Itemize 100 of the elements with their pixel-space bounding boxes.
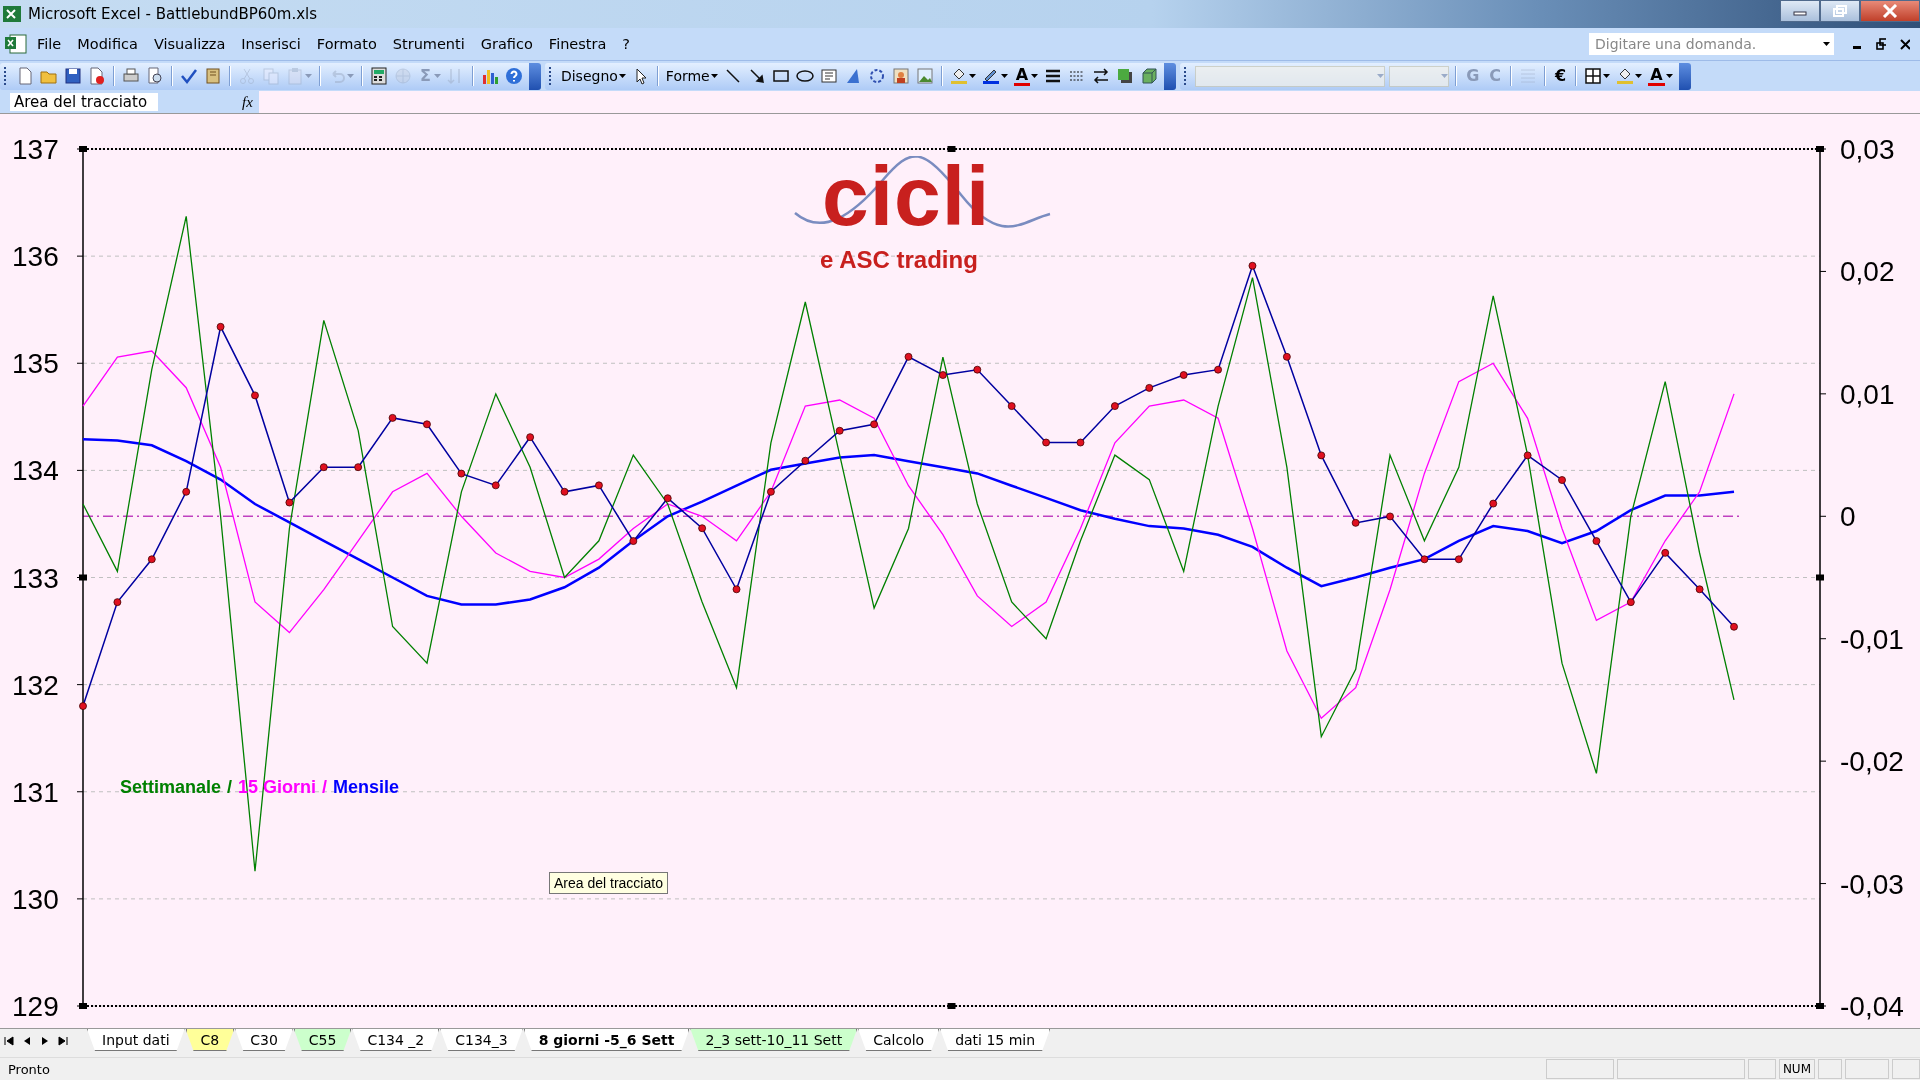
- help-icon: [504, 67, 523, 85]
- sheet-tab[interactable]: dati 15 min: [940, 1029, 1051, 1051]
- function-button[interactable]: fx: [236, 91, 259, 113]
- data-point: [1523, 451, 1532, 460]
- menu-button[interactable]: Disegno: [557, 64, 629, 88]
- toolbar-grip[interactable]: [4, 67, 9, 85]
- book-icon: [204, 67, 222, 85]
- data-point: [1454, 555, 1463, 564]
- data-point: [1489, 499, 1498, 508]
- toolbar-button[interactable]: €: [1550, 64, 1572, 88]
- sheet-tab[interactable]: C134_3: [440, 1029, 523, 1051]
- data-point: [629, 537, 638, 545]
- status-panel: [1818, 1059, 1842, 1079]
- workbook-icon: [4, 33, 28, 55]
- status-text: Pronto: [8, 1061, 50, 1077]
- page-stop-icon: [88, 67, 106, 85]
- menu-item[interactable]: Formato: [309, 33, 384, 55]
- sheet-tab[interactable]: C55: [293, 1029, 352, 1051]
- menu-item[interactable]: File: [30, 33, 69, 55]
- close-icon: [1882, 4, 1898, 18]
- axis-label: 0,01: [1840, 378, 1895, 410]
- toolbar-options-button[interactable]: [1164, 62, 1177, 90]
- textbox-icon: [819, 67, 838, 85]
- caret-icon: [1377, 74, 1385, 78]
- sheet-tab[interactable]: C30: [235, 1029, 293, 1051]
- calculator-icon: [370, 67, 388, 85]
- axis-label: 135: [12, 348, 59, 380]
- sheet-tab[interactable]: Calcolo: [858, 1029, 940, 1051]
- data-point: [663, 494, 672, 503]
- data-point: [767, 487, 775, 496]
- data-point: [732, 585, 741, 594]
- data-point: [1592, 537, 1601, 545]
- toolbar-button[interactable]: A: [1010, 64, 1042, 88]
- toolbar-button[interactable]: A: [1645, 64, 1676, 88]
- caret-icon: [710, 74, 718, 78]
- resize-handle[interactable]: [1816, 1003, 1824, 1009]
- axis-label: 136: [12, 241, 59, 273]
- resize-handle[interactable]: [79, 146, 87, 152]
- data-point: [285, 498, 294, 507]
- lines-icon: [1519, 67, 1537, 85]
- sheet-tab[interactable]: C134 _2: [352, 1029, 440, 1051]
- cube-icon: [1140, 67, 1159, 85]
- axis-label: 0,03: [1840, 134, 1895, 165]
- printer-icon: [122, 67, 140, 85]
- data-point: [801, 456, 810, 465]
- data-point: [1076, 438, 1085, 447]
- sheet-tab[interactable]: Input dati: [87, 1029, 185, 1051]
- data-point: [1661, 548, 1670, 557]
- borders-icon: [1584, 67, 1603, 85]
- legend-label: Settimanale: [120, 777, 222, 798]
- name-box[interactable]: Area del tracciato: [0, 91, 236, 113]
- axis-label: -0,01: [1840, 623, 1904, 655]
- bar-arrow-icon: [58, 1036, 68, 1046]
- data-point: [1626, 598, 1635, 607]
- sheet-tab[interactable]: 2_3 sett-10_11 Sett: [690, 1029, 858, 1051]
- status-panel: [1892, 1059, 1920, 1079]
- status-panel: [1747, 1059, 1776, 1079]
- axis-label: 129: [12, 991, 59, 1022]
- menu-item[interactable]: Strumenti: [385, 33, 472, 55]
- help-search-field[interactable]: Digitare una domanda.: [1589, 33, 1834, 55]
- axis-label: 130: [12, 883, 59, 915]
- data-point: [1317, 451, 1326, 460]
- page-magnifier-icon: [146, 67, 164, 85]
- axis-label: -0,02: [1840, 746, 1904, 778]
- axis-label: 0,02: [1840, 256, 1895, 288]
- menu-button[interactable]: Forme: [662, 64, 721, 88]
- axis-label: 134: [12, 455, 59, 487]
- menu-item[interactable]: ?: [615, 33, 638, 55]
- data-point: [870, 420, 878, 429]
- maximize-button[interactable]: [1820, 0, 1860, 22]
- data-point: [423, 420, 431, 429]
- resize-handle[interactable]: [1816, 146, 1824, 152]
- axis-label: 131: [12, 776, 59, 808]
- status-panel: [1845, 1059, 1889, 1079]
- sheet-tab[interactable]: 8 giorni -5_6 Sett: [523, 1029, 690, 1051]
- resize-handle[interactable]: [79, 574, 87, 581]
- bar-chart-icon: [480, 67, 499, 85]
- close-icon: [1900, 38, 1910, 50]
- resize-handle[interactable]: [79, 1003, 87, 1009]
- caret-icon: [618, 74, 626, 78]
- sheet-tab[interactable]: C8: [185, 1029, 235, 1051]
- data-point: [1420, 555, 1429, 564]
- resize-handle[interactable]: [947, 1003, 956, 1009]
- menu-item[interactable]: Inserisci: [234, 33, 308, 55]
- menu-item[interactable]: Visualizza: [146, 33, 233, 55]
- toolbar-options-button[interactable]: [1678, 62, 1691, 90]
- axis-label: 137: [12, 134, 59, 165]
- data-point: [79, 702, 87, 710]
- data-point: [1558, 476, 1566, 484]
- data-point: [1214, 365, 1222, 374]
- line-style-icon: [1044, 67, 1063, 85]
- menu-item[interactable]: Modifica: [70, 33, 145, 55]
- toolbar-grip[interactable]: [548, 67, 554, 85]
- data-point: [354, 463, 363, 472]
- menu-item[interactable]: Grafico: [473, 33, 540, 55]
- resize-handle[interactable]: [1816, 574, 1824, 581]
- axis-label: -0,04: [1840, 991, 1904, 1022]
- toolbar-options-button[interactable]: [528, 62, 541, 90]
- minimize-icon: [1853, 46, 1861, 49]
- menu-item[interactable]: Finestra: [541, 33, 614, 55]
